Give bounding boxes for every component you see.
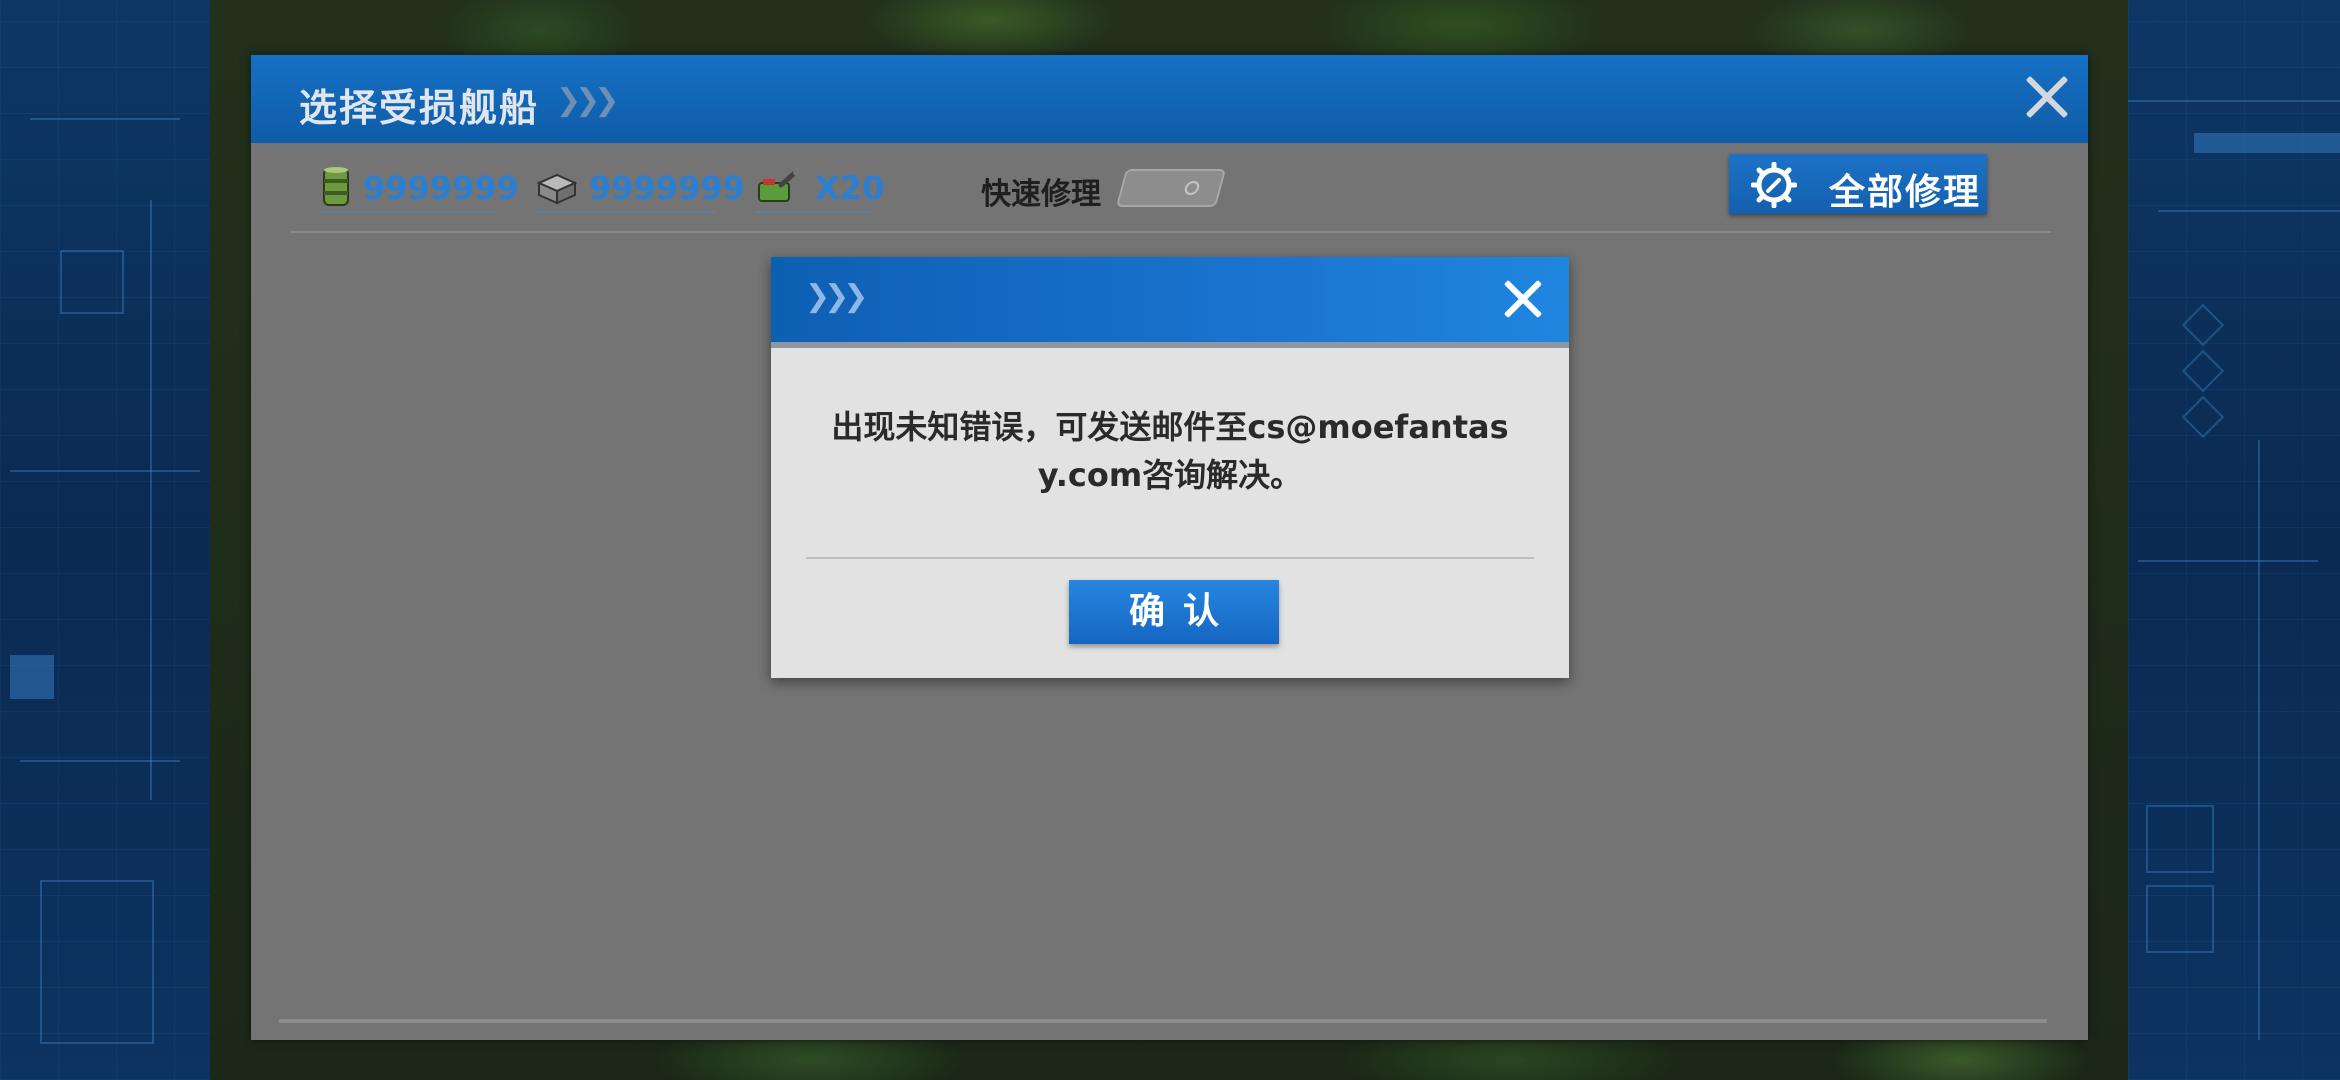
- fuel-resource: 9999999: [319, 163, 519, 213]
- repair-kit-resource: X20: [755, 163, 884, 213]
- dialog-message: 出现未知错误，可发送邮件至cs@moefantas y.com咨询解决。: [811, 403, 1529, 499]
- confirm-label: 确认: [1128, 591, 1237, 632]
- gear-wrench-icon: [1751, 162, 1797, 208]
- panel-close-button[interactable]: [2022, 72, 2072, 122]
- panel-header: 选择受损舰船 ❯❯❯: [251, 55, 2088, 143]
- toggle-knob: [1183, 181, 1201, 195]
- ammo-crate-icon: [536, 173, 578, 205]
- quick-repair-label: 快速修理: [981, 177, 1101, 212]
- background-right-deco: [2128, 0, 2340, 1080]
- dialog-message-line-2: y.com咨询解决。: [1037, 456, 1303, 494]
- repair-all-label: 全部修理: [1829, 172, 1982, 213]
- panel-scroll-track: [279, 1019, 2047, 1023]
- fuel-value: 9999999: [363, 169, 519, 207]
- dialog-divider: [806, 557, 1534, 559]
- fuel-barrel-icon: [323, 167, 349, 206]
- error-dialog: ❯❯❯ 出现未知错误，可发送邮件至cs@moefantas y.com咨询解决。…: [771, 257, 1569, 678]
- confirm-button[interactable]: 确认: [1069, 580, 1279, 644]
- dialog-chevron-icon: ❯❯❯: [805, 279, 868, 314]
- quick-repair-toggle[interactable]: [1115, 169, 1227, 207]
- dialog-message-line-1: 出现未知错误，可发送邮件至cs@moefantas: [831, 408, 1509, 446]
- repair-kit-icon: [758, 168, 801, 202]
- ammo-resource: 9999999: [535, 163, 745, 213]
- dialog-header: ❯❯❯: [771, 257, 1569, 348]
- ammo-value: 9999999: [589, 169, 745, 207]
- dialog-close-button[interactable]: [1501, 277, 1545, 321]
- repair-all-button[interactable]: 全部修理: [1729, 154, 1987, 214]
- repair-kit-value: X20: [815, 169, 885, 207]
- panel-title: 选择受损舰船: [299, 86, 540, 130]
- background-left-deco: [0, 0, 210, 1080]
- title-chevron-icon: ❯❯❯: [556, 83, 619, 118]
